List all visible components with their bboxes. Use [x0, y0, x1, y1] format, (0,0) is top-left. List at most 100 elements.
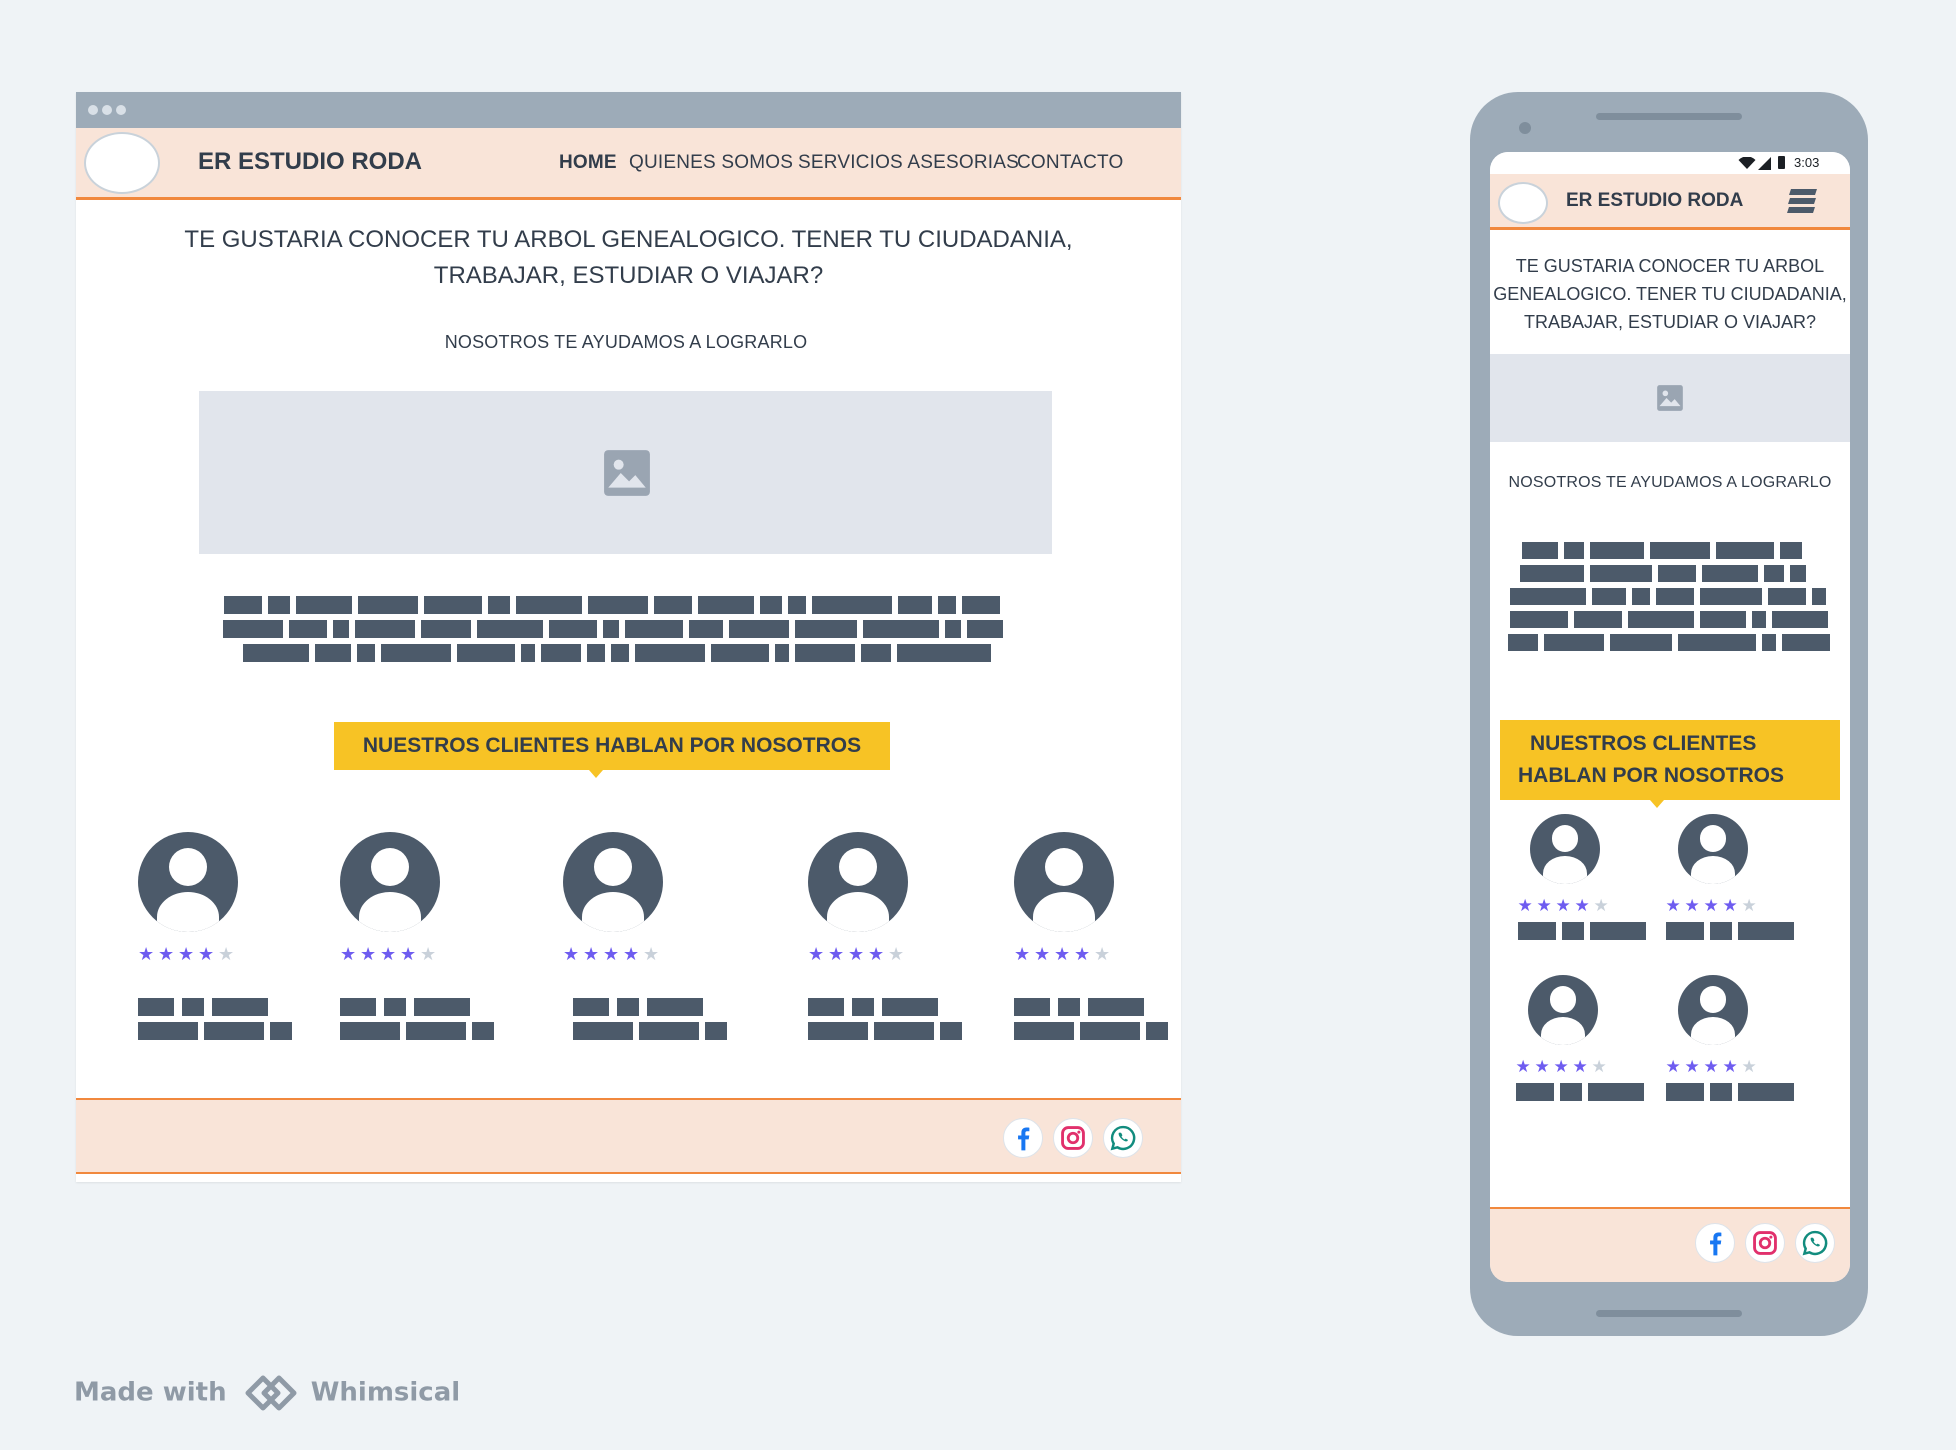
star-icon: ★	[1722, 1057, 1738, 1077]
avatar-body	[827, 892, 889, 932]
text-placeholder-block	[414, 998, 470, 1016]
signal-icon	[1758, 157, 1771, 170]
avatar-icon	[1530, 814, 1600, 884]
avatar-body	[1691, 1017, 1735, 1045]
avatar-icon	[138, 832, 238, 932]
text-placeholder-block	[1080, 1022, 1140, 1040]
hero-line-2: TRABAJAR, ESTUDIAR O VIAJAR?	[433, 262, 824, 289]
star-icon: ★	[1515, 1057, 1531, 1077]
whatsapp-button[interactable]	[1103, 1118, 1143, 1158]
speaker-grill	[1596, 113, 1742, 120]
hamburger-menu-icon[interactable]	[1787, 188, 1818, 216]
testimonials-callout: NUESTROS CLIENTES HABLAN POR NOSOTROS	[334, 722, 890, 770]
avatar-icon	[808, 832, 908, 932]
text-placeholder-block	[808, 1022, 868, 1040]
whatsapp-button[interactable]	[1795, 1223, 1835, 1263]
star-icon: ★	[623, 944, 640, 965]
star-icon: ★	[1034, 944, 1051, 965]
browser-title-bar	[76, 92, 1181, 128]
text-placeholder-block	[384, 998, 406, 1016]
brand-name[interactable]: ER ESTUDIO RODA	[1566, 190, 1743, 212]
front-camera	[1519, 122, 1531, 134]
star-icon: ★	[1722, 896, 1738, 916]
star-icon: ★	[583, 944, 600, 965]
text-placeholder-block	[617, 998, 639, 1016]
text-placeholder-block	[1666, 1083, 1704, 1101]
text-placeholder-block	[1562, 922, 1584, 940]
avatar-head	[1699, 986, 1727, 1013]
star-icon: ★	[158, 944, 175, 965]
text-placeholder-block	[1518, 922, 1556, 940]
status-bar: 3:03	[1490, 152, 1850, 174]
text-placeholder-block	[705, 1022, 727, 1040]
avatar-head	[169, 848, 207, 886]
hero-image-placeholder	[199, 391, 1052, 554]
callout-line-2: HABLAN POR NOSOTROS	[1518, 764, 1785, 787]
site-header: ER ESTUDIO RODA HOME QUIENES SOMOS SERVI…	[76, 128, 1181, 200]
star-icon: ★	[643, 944, 660, 965]
nav-home[interactable]: HOME	[559, 152, 617, 174]
nav-contacto[interactable]: CONTACTO	[1017, 152, 1123, 174]
status-time: 3:03	[1794, 155, 1820, 170]
star-icon: ★	[340, 944, 357, 965]
avatar-body	[157, 892, 219, 932]
facebook-button[interactable]	[1695, 1223, 1735, 1263]
image-icon	[1657, 385, 1683, 411]
hero-subtitle: NOSOTROS TE AYUDAMOS A LOGRARLO	[444, 332, 808, 352]
hero-image-placeholder	[1490, 354, 1850, 442]
star-icon: ★	[138, 944, 155, 965]
instagram-button[interactable]	[1053, 1118, 1093, 1158]
text-placeholder-block	[1088, 998, 1144, 1016]
window-dot	[88, 105, 98, 115]
star-icon: ★	[848, 944, 865, 965]
mobile-device-frame: 3:03 ER ESTUDIO RODA TE GUSTARIA CONOCER…	[1470, 92, 1868, 1336]
text-placeholder-block	[1666, 922, 1704, 940]
nav-quienes-somos[interactable]: QUIENES SOMOS	[629, 152, 793, 174]
mobile-footer	[1490, 1207, 1850, 1282]
nav-servicios-asesorias[interactable]: SERVICIOS ASESORIAS	[798, 152, 1019, 174]
avatar-icon	[1678, 814, 1748, 884]
bottom-bar	[1596, 1310, 1742, 1317]
text-placeholder-block	[340, 1022, 400, 1040]
mobile-screen: 3:03 ER ESTUDIO RODA TE GUSTARIA CONOCER…	[1490, 152, 1850, 1282]
mobile-header: ER ESTUDIO RODA	[1490, 174, 1850, 230]
star-icon: ★	[1591, 1057, 1607, 1077]
avatar-head	[1549, 986, 1577, 1013]
avatar-body	[582, 892, 644, 932]
star-icon: ★	[1014, 944, 1031, 965]
window-dot	[102, 105, 112, 115]
instagram-button[interactable]	[1745, 1223, 1785, 1263]
text-placeholder-block	[472, 1022, 494, 1040]
made-with-credit[interactable]: Made with Whimsical	[74, 1374, 460, 1412]
desktop-wireframe: ER ESTUDIO RODA HOME QUIENES SOMOS SERVI…	[76, 92, 1181, 1182]
facebook-button[interactable]	[1003, 1118, 1043, 1158]
brand-name[interactable]: ER ESTUDIO RODA	[198, 148, 422, 176]
avatar-body	[1033, 892, 1095, 932]
logo-placeholder[interactable]	[84, 132, 160, 194]
callout-pointer	[1650, 800, 1664, 808]
logo-placeholder[interactable]	[1498, 182, 1548, 224]
star-icon: ★	[1534, 1057, 1550, 1077]
star-icon: ★	[1665, 896, 1681, 916]
star-icon: ★	[1684, 1057, 1700, 1077]
star-icon: ★	[178, 944, 195, 965]
hero-line-1: TE GUSTARIA CONOCER TU ARBOL GENEALOGICO…	[184, 226, 1073, 253]
star-icon: ★	[1555, 896, 1571, 916]
avatar-icon	[1014, 832, 1114, 932]
star-icon: ★	[1517, 896, 1533, 916]
star-icon: ★	[360, 944, 377, 965]
battery-icon	[1778, 156, 1785, 169]
whatsapp-icon	[1110, 1125, 1136, 1151]
credit-app: Whimsical	[310, 1377, 461, 1408]
text-placeholder-block	[1590, 922, 1646, 940]
star-icon: ★	[1684, 896, 1700, 916]
whatsapp-icon	[1802, 1230, 1828, 1256]
avatar-head	[839, 848, 877, 886]
star-icon: ★	[808, 944, 825, 965]
star-icon: ★	[1741, 896, 1757, 916]
text-placeholder-block	[1146, 1022, 1168, 1040]
credit-prefix: Made with	[74, 1377, 227, 1408]
text-placeholder-block	[1560, 1083, 1582, 1101]
testimonials-callout: NUESTROS CLIENTES HABLAN POR NOSOTROS	[1500, 720, 1840, 800]
hero-line-1: TE GUSTARIA CONOCER TU ARBOL	[1515, 256, 1825, 276]
